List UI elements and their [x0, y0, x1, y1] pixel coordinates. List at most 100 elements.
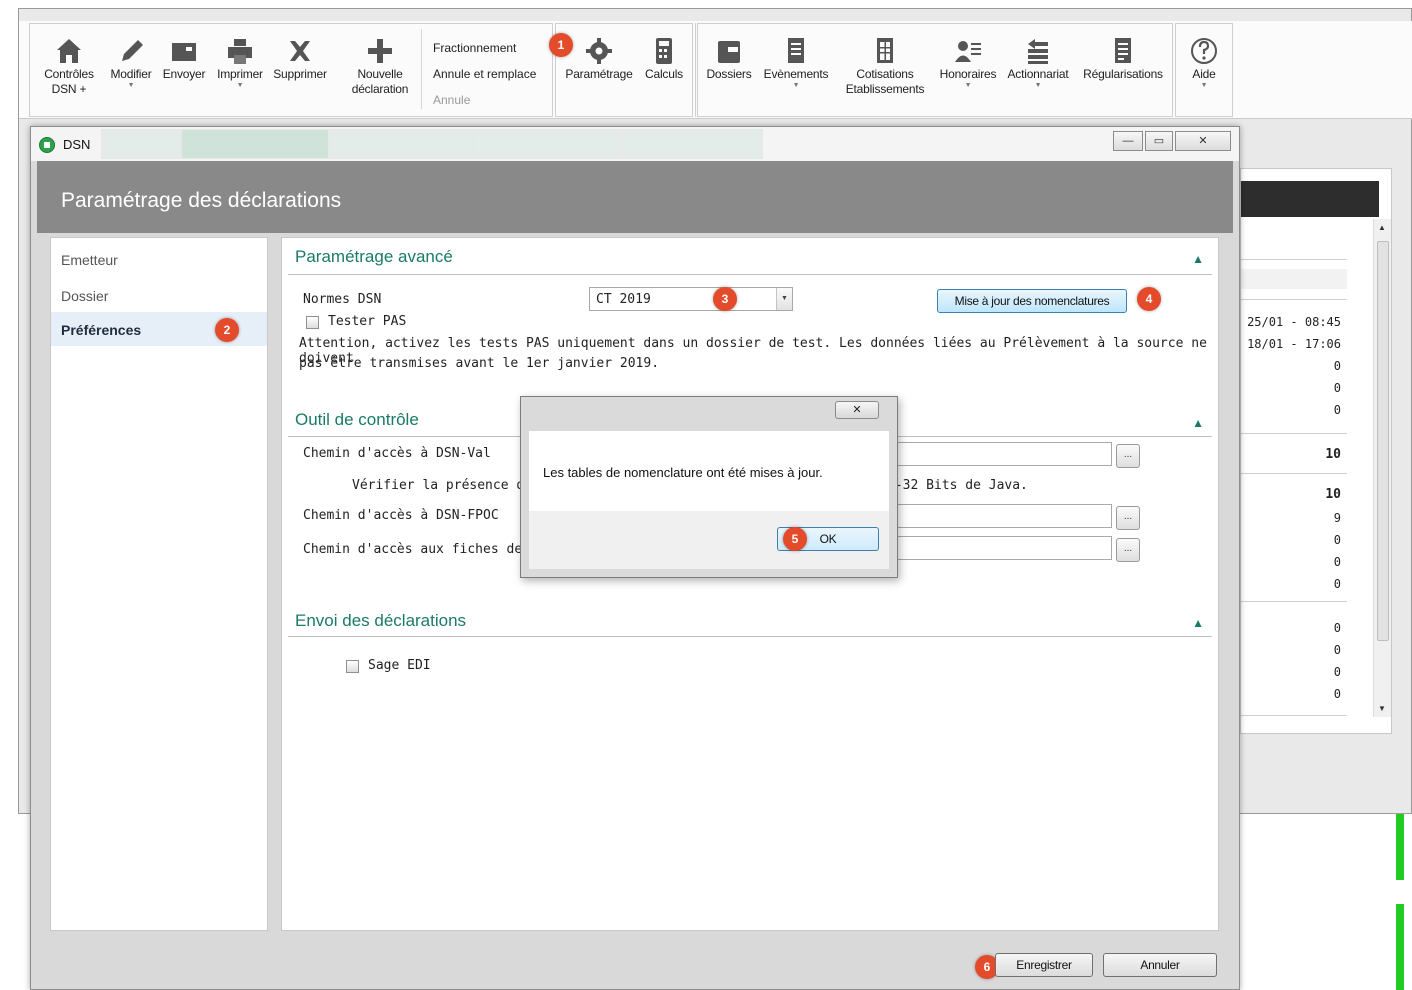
divider [1241, 473, 1347, 474]
modifier-button[interactable]: Modifier ▼ [105, 29, 157, 113]
honoraires-button[interactable]: Honoraires ▼ [933, 29, 1003, 113]
window-title: DSN [63, 137, 91, 152]
vertical-scrollbar[interactable]: ▲ ▼ [1373, 219, 1391, 717]
nouvelle-declaration-button[interactable]: Nouvelle déclaration [343, 29, 417, 113]
dsn-app-icon [39, 137, 55, 153]
supprimer-button[interactable]: Supprimer [269, 29, 331, 113]
nav-item-emetteur[interactable]: Emetteur [51, 242, 267, 276]
table-sheet-icon [877, 38, 893, 63]
fractionnement-link[interactable]: Fractionnement [433, 41, 516, 55]
separator [421, 29, 422, 109]
document-list-icon [788, 38, 804, 63]
collapse-chevron-icon[interactable]: ▲ [1192, 416, 1204, 430]
step-badge-1: 1 [549, 33, 573, 57]
envelope-icon [172, 43, 196, 61]
settings-nav: Emetteur Dossier Préférences 2 [50, 237, 268, 931]
collapse-chevron-icon[interactable]: ▲ [1192, 616, 1204, 630]
mise-a-jour-nomenclatures-button[interactable]: Mise à jour des nomenclatures [937, 289, 1127, 313]
browse-dsn-fpoc-button[interactable]: ... [1116, 506, 1140, 530]
confirmation-dialog: ✕ Les tables de nomenclature ont été mis… [520, 396, 898, 578]
enregistrer-button[interactable]: Enregistrer [995, 953, 1093, 977]
close-button[interactable]: ✕ [1175, 131, 1231, 151]
annule-et-remplace-link[interactable]: Annule et remplace [433, 67, 536, 81]
folder-icon [718, 41, 740, 63]
chevron-down-icon[interactable]: ▼ [776, 288, 792, 310]
count-value: 0 [1333, 403, 1341, 417]
count-value: 10 [1325, 447, 1341, 462]
window-titlebar[interactable]: DSN — ▭ ✕ [31, 127, 1239, 161]
chevron-down-icon: ▼ [1200, 82, 1208, 89]
pencil-icon [122, 40, 143, 61]
calculs-label: Calculs [645, 67, 683, 81]
controles-dsn-button[interactable]: Contrôles DSN + [35, 29, 103, 113]
modifier-label: Modifier [110, 67, 152, 81]
browse-fiches-button[interactable]: ... [1116, 538, 1140, 562]
dialog-message: Les tables de nomenclature ont été mises… [543, 465, 823, 480]
evenements-label: Evènements [763, 67, 829, 81]
count-value: 0 [1333, 621, 1341, 635]
cotisations-etablissements-button[interactable]: Cotisations Etablissements [835, 29, 935, 113]
controles-label: Contrôles DSN + [44, 67, 94, 96]
aide-button[interactable]: Aide ▼ [1179, 29, 1229, 113]
regularisations-button[interactable]: Régularisations [1077, 29, 1169, 113]
ghost-tab [619, 129, 763, 159]
page-title: Paramétrage des déclarations [61, 189, 342, 212]
tester-pas-checkbox[interactable] [306, 316, 319, 329]
person-card-icon [955, 41, 981, 62]
ghost-tab [473, 129, 619, 159]
maximize-button[interactable]: ▭ [1145, 131, 1173, 151]
chevron-down-icon: ▼ [127, 82, 135, 89]
section-title-envoi: Envoi des déclarations [295, 611, 467, 630]
count-value: 0 [1333, 381, 1341, 395]
count-value: 0 [1333, 687, 1341, 701]
imprimer-button[interactable]: Imprimer ▼ [213, 29, 267, 113]
document-icon [1115, 38, 1131, 63]
background-summary-panel: 25/01 - 08:45 18/01 - 17:06 0 0 0 10 10 … [1240, 168, 1392, 734]
fiches-parametrage-input[interactable] [882, 536, 1112, 560]
annuler-button[interactable]: Annuler [1103, 953, 1217, 977]
attention-text-line2: pas être transmises avant le 1er janvier… [299, 356, 660, 371]
calculs-button[interactable]: Calculs [639, 29, 689, 113]
sage-edi-checkbox[interactable] [346, 660, 359, 673]
dsn-val-path-label: Chemin d'accès à DSN-Val [303, 446, 491, 461]
home-icon [57, 39, 81, 63]
stack-arrow-icon [1028, 39, 1048, 64]
dsn-val-path-input[interactable] [882, 442, 1112, 466]
plus-icon [368, 39, 392, 63]
section-divider [288, 636, 1212, 637]
step-badge-4: 4 [1137, 287, 1161, 311]
gear-icon [586, 38, 612, 64]
dsn-fpoc-path-label: Chemin d'accès à DSN-FPOC [303, 508, 499, 523]
divider [1241, 433, 1347, 434]
date-value: 25/01 - 08:45 [1247, 315, 1341, 329]
calculator-icon [656, 38, 672, 64]
dialog-close-button[interactable]: ✕ [835, 401, 879, 419]
ribbon-toolbar: Contrôles DSN + Modifier ▼ Envoyer Impri… [19, 21, 1412, 119]
actionnariat-button[interactable]: Actionnariat ▼ [1003, 29, 1073, 113]
step-badge-3: 3 [713, 287, 737, 311]
dossiers-button[interactable]: Dossiers [701, 29, 757, 113]
count-value: 10 [1325, 487, 1341, 502]
scroll-down-icon[interactable]: ▼ [1378, 704, 1386, 713]
envoyer-button[interactable]: Envoyer [157, 29, 211, 113]
nav-item-dossier[interactable]: Dossier [51, 278, 267, 312]
dsn-fpoc-path-input[interactable] [882, 504, 1112, 528]
supprimer-label: Supprimer [273, 67, 327, 81]
collapse-chevron-icon[interactable]: ▲ [1192, 252, 1204, 266]
browse-dsn-val-button[interactable]: ... [1116, 444, 1140, 468]
minimize-button[interactable]: — [1113, 131, 1143, 151]
evenements-button[interactable]: Evènements ▼ [759, 29, 833, 113]
page-header: Paramétrage des déclarations [37, 161, 1233, 233]
divider [1241, 259, 1347, 260]
dialog-body: Les tables de nomenclature ont été mises… [529, 431, 889, 511]
scroll-up-icon[interactable]: ▲ [1378, 223, 1386, 232]
chevron-down-icon: ▼ [236, 82, 244, 89]
scrollbar-thumb[interactable] [1377, 241, 1389, 641]
chevron-down-icon: ▼ [1034, 82, 1042, 89]
row-highlight [1241, 269, 1347, 289]
status-bar-accent [1396, 904, 1404, 990]
annule-link[interactable]: Annule [433, 93, 470, 107]
step-badge-2: 2 [215, 318, 239, 342]
normes-dsn-select[interactable]: CT 2019 ▼ [589, 287, 793, 311]
divider [1241, 299, 1347, 300]
